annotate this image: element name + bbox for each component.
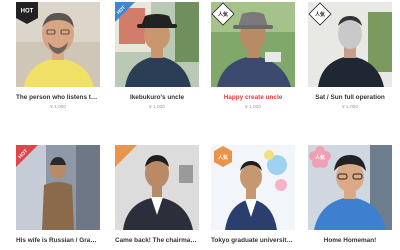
profile-photo[interactable]: 人気 [308, 2, 392, 87]
profile-photo[interactable] [115, 145, 199, 230]
profile-photo[interactable]: 人気 [211, 145, 295, 230]
profile-photo[interactable]: HOT [16, 145, 100, 230]
card-title[interactable]: The person who listens to a ... [16, 94, 100, 102]
card-price: ¥ 1,000 [244, 105, 261, 110]
card-title[interactable]: Came back! The chairman is... [115, 237, 199, 245]
ribbon-badge [115, 145, 137, 167]
profile-photo[interactable]: 人気 [308, 145, 392, 230]
profile-card[interactable]: 人気 Home Homeman! [308, 145, 392, 245]
card-price: ¥ 1,000 [49, 105, 66, 110]
svg-text:人気: 人気 [217, 11, 228, 18]
profile-card[interactable]: HOT The person who listens to a ... ¥ 1,… [16, 2, 100, 111]
popular-badge: 人気 [211, 2, 235, 26]
svg-text:人気: 人気 [217, 154, 228, 161]
profile-card[interactable]: 人気 Sat / Sun full operation ¥ 1,000 [308, 2, 392, 111]
card-title[interactable]: Tokyo graduate university si... [211, 237, 295, 245]
svg-text:HOT: HOT [21, 9, 34, 15]
profile-card[interactable]: HOT Ikebukuro's uncle ¥ 1,000 [115, 2, 199, 111]
popular-badge: 人気 [214, 146, 232, 167]
profile-card[interactable]: 人気 Happy create uncle ¥ 1,000 [211, 2, 295, 111]
profile-card[interactable]: HOT His wife is Russian / Gradua... [16, 145, 100, 245]
card-title[interactable]: Happy create uncle [211, 94, 295, 102]
card-price: ¥ 1,000 [148, 105, 165, 110]
svg-text:人気: 人気 [314, 11, 325, 18]
popular-badge: 人気 [308, 2, 332, 26]
profile-card[interactable]: 人気 Tokyo graduate university si... [211, 145, 295, 245]
profile-photo[interactable]: HOT [16, 2, 100, 87]
profile-photo[interactable]: 人気 [211, 2, 295, 87]
profile-card[interactable]: Came back! The chairman is... [115, 145, 199, 245]
profile-photo[interactable]: HOT [115, 2, 199, 87]
card-title[interactable]: Sat / Sun full operation [308, 94, 392, 102]
hot-badge: HOT [16, 145, 38, 167]
popular-badge: 人気 [309, 146, 331, 168]
hot-badge: HOT [115, 2, 135, 22]
card-title[interactable]: His wife is Russian / Gradua... [16, 237, 100, 245]
svg-text:人気: 人気 [314, 154, 325, 161]
hot-badge: HOT [16, 2, 38, 24]
card-price: ¥ 1,000 [341, 105, 358, 110]
card-title[interactable]: Ikebukuro's uncle [115, 94, 199, 102]
card-title[interactable]: Home Homeman! [308, 237, 392, 245]
